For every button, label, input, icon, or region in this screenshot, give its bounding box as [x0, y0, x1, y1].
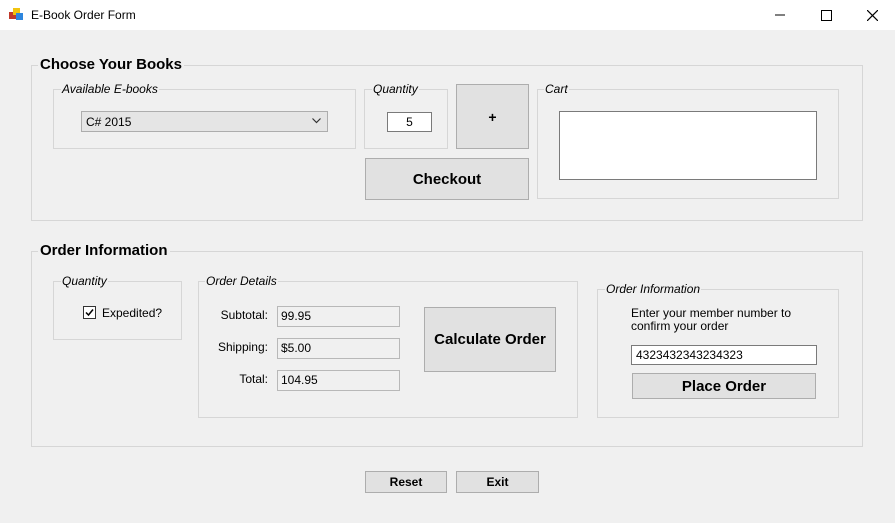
chevron-down-icon	[312, 118, 321, 124]
maximize-button[interactable]	[803, 0, 849, 30]
quantity-input[interactable]: 5	[387, 112, 432, 132]
order-details-title: Order Details	[205, 274, 278, 288]
shipping-label: Shipping:	[217, 340, 268, 354]
total-label: Total:	[239, 372, 268, 386]
order-info-title: Order Information	[38, 242, 170, 259]
expedited-checkbox[interactable]	[83, 306, 96, 319]
close-icon	[866, 9, 878, 21]
available-ebooks-title: Available E-books	[61, 82, 159, 96]
ebook-select[interactable]: C# 2015	[81, 111, 328, 132]
app-icon	[9, 8, 23, 20]
exit-button[interactable]: Exit	[456, 471, 539, 493]
place-order-button[interactable]: Place Order	[632, 373, 816, 399]
member-number-input[interactable]: 4323432343234323	[631, 345, 817, 365]
minimize-button[interactable]	[757, 0, 803, 30]
choose-books-title: Choose Your Books	[38, 56, 184, 73]
ebook-select-value: C# 2015	[86, 115, 132, 129]
maximize-icon	[820, 9, 832, 21]
member-group-title: Order Information	[605, 282, 702, 296]
minimize-icon	[775, 14, 785, 16]
checkmark-icon	[85, 309, 94, 317]
subtotal-value: 99.95	[277, 306, 400, 327]
window-title: E-Book Order Form	[31, 8, 136, 22]
quantity-title: Quantity	[372, 82, 419, 96]
cart-title: Cart	[544, 82, 569, 96]
calculate-order-button[interactable]: Calculate Order	[424, 307, 556, 372]
expedited-group-title: Quantity	[61, 274, 108, 288]
total-value: 104.95	[277, 370, 400, 391]
close-button[interactable]	[849, 0, 895, 30]
cart-list[interactable]	[559, 111, 817, 180]
expedited-label[interactable]: Expedited?	[102, 306, 162, 320]
reset-button[interactable]: Reset	[365, 471, 447, 493]
subtotal-label: Subtotal:	[220, 308, 268, 322]
shipping-value: $5.00	[277, 338, 400, 359]
add-to-cart-button[interactable]: +	[456, 84, 529, 149]
member-prompt-line2: confirm your order	[631, 319, 729, 333]
checkout-button[interactable]: Checkout	[365, 158, 529, 200]
